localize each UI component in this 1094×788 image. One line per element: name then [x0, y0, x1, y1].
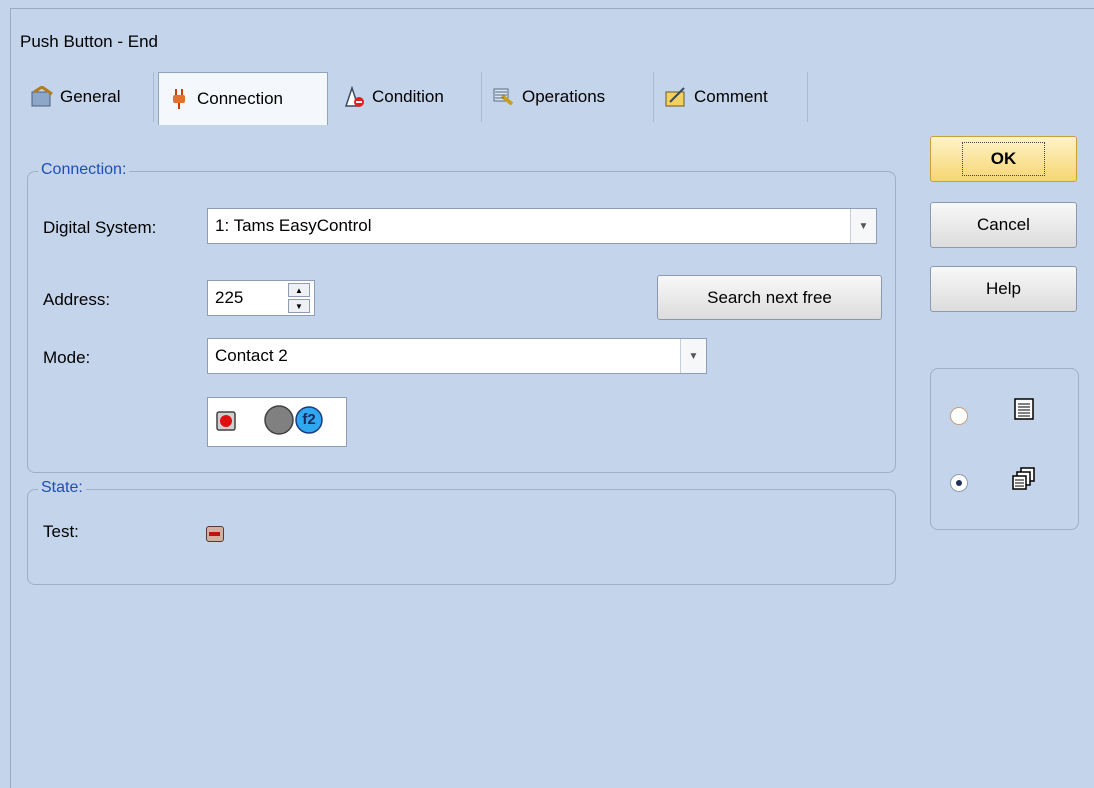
mode-select[interactable]: Contact 2 ▼ [207, 338, 707, 374]
state-legend: State: [38, 479, 86, 497]
test-toggle-button[interactable] [206, 526, 224, 542]
radio-dot [956, 480, 962, 486]
address-value: 225 [215, 288, 244, 307]
ok-button[interactable]: OK [930, 136, 1077, 182]
search-next-free-button[interactable]: Search next free [657, 275, 882, 320]
spin-up-icon[interactable]: ▲ [288, 283, 310, 297]
connection-legend: Connection: [38, 161, 130, 179]
tab-general[interactable]: General [22, 72, 154, 122]
comment-icon [664, 86, 688, 108]
f2-badge-label: f2 [302, 411, 316, 428]
address-stepper[interactable]: 225 ▲ ▼ [207, 280, 315, 316]
spin-buttons[interactable]: ▲ ▼ [288, 283, 310, 313]
cancel-button[interactable]: Cancel [930, 202, 1077, 248]
dialog-title: Push Button - End [20, 32, 158, 51]
test-indicator-icon [209, 532, 220, 536]
radio-multi-view[interactable] [950, 474, 968, 492]
tab-comment[interactable]: Comment [656, 72, 808, 122]
test-label: Test: [43, 522, 79, 541]
digital-system-select[interactable]: 1: Tams EasyControl ▼ [207, 208, 877, 244]
mode-value: Contact 2 [215, 346, 288, 365]
tab-condition-label: Condition [372, 87, 444, 106]
tab-comment-label: Comment [694, 87, 768, 106]
digital-system-value: 1: Tams EasyControl [215, 216, 372, 235]
condition-icon [342, 85, 366, 108]
mode-label: Mode: [43, 348, 91, 367]
multi-window-icon [1011, 466, 1037, 497]
contact-preview-graphic [216, 405, 323, 435]
tab-connection-label: Connection [197, 89, 284, 108]
tab-operations[interactable]: Operations [484, 72, 654, 122]
plug-icon [167, 88, 191, 110]
general-icon [30, 85, 54, 108]
chevron-down-icon[interactable]: ▼ [680, 339, 706, 373]
tab-general-label: General [60, 87, 121, 106]
spin-down-icon[interactable]: ▼ [288, 299, 310, 313]
tab-operations-label: Operations [522, 87, 606, 106]
tab-connection[interactable]: Connection [158, 72, 328, 125]
list-view-icon [1013, 398, 1035, 425]
ok-button-label: OK [961, 142, 1046, 176]
contact-preview: f2 [207, 397, 347, 447]
digital-system-label: Digital System: [43, 218, 157, 237]
radio-list-view[interactable] [950, 407, 968, 425]
tab-condition[interactable]: Condition [334, 72, 482, 122]
address-label: Address: [43, 290, 111, 309]
operations-icon [492, 86, 516, 108]
chevron-down-icon[interactable]: ▼ [850, 209, 876, 243]
help-button[interactable]: Help [930, 266, 1077, 312]
view-options-group [930, 368, 1079, 530]
grey-lamp-icon [264, 405, 294, 435]
state-group: State: [27, 479, 896, 585]
